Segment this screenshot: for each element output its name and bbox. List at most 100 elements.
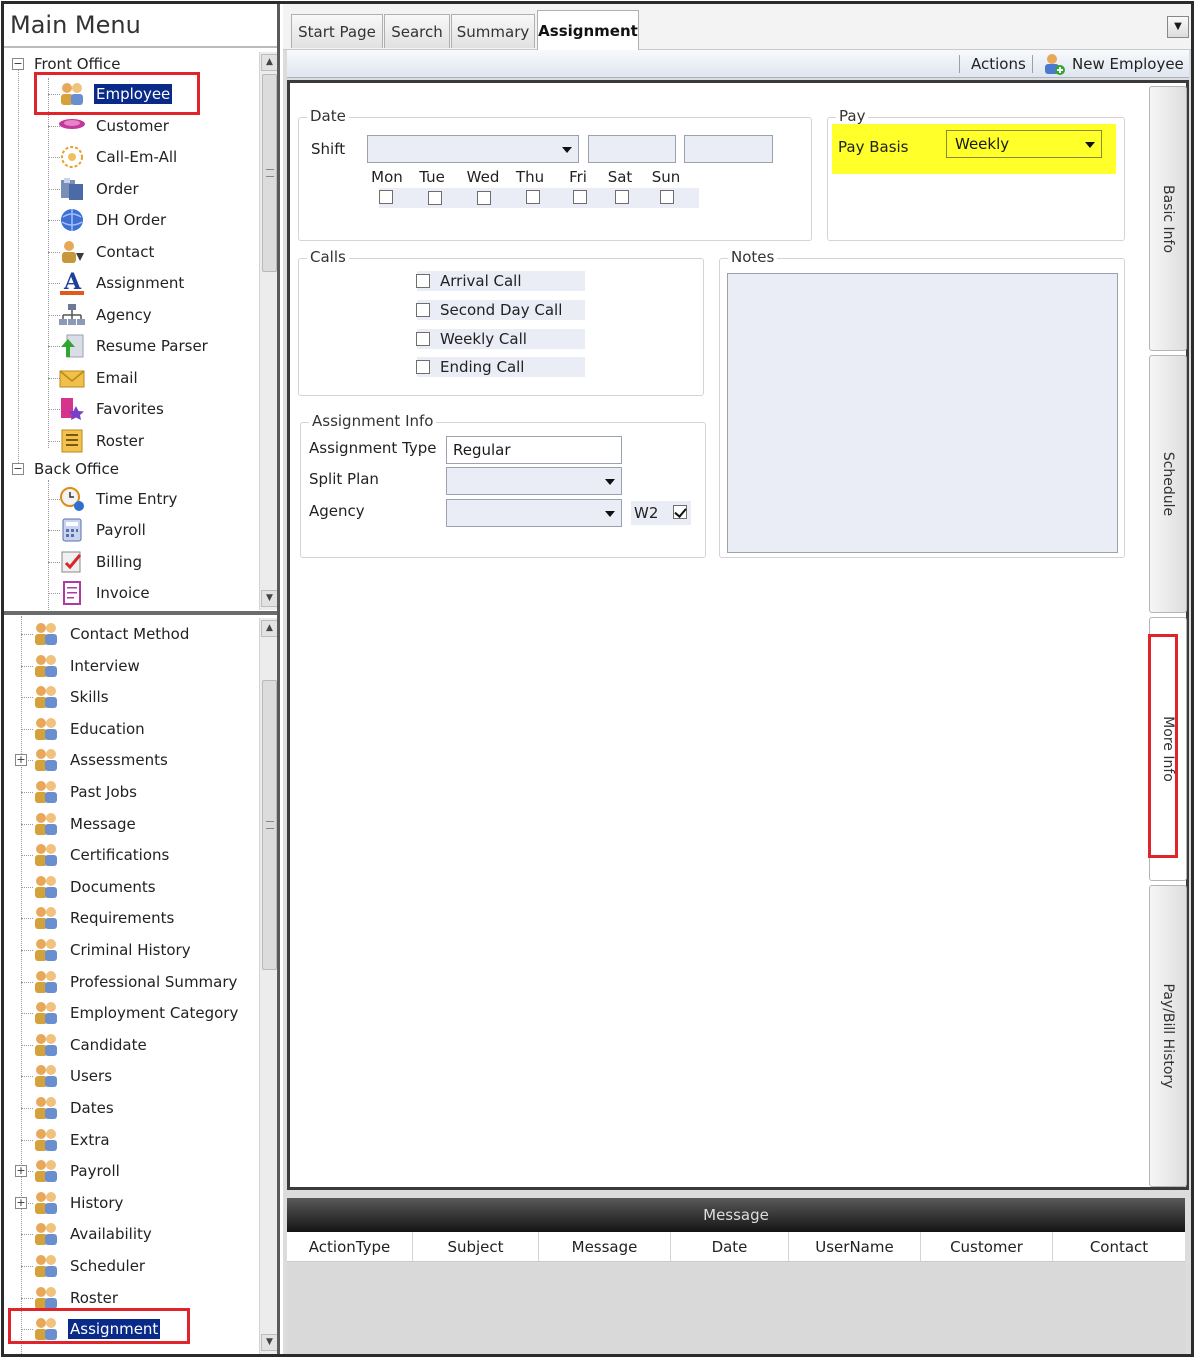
actions-menu[interactable]: Actions xyxy=(971,55,1026,73)
tree-node-invoice[interactable]: Invoice xyxy=(58,578,152,608)
day-checkbox-tue[interactable] xyxy=(428,191,442,205)
section-item-education[interactable]: Education xyxy=(32,714,147,744)
split-plan-select[interactable] xyxy=(446,467,622,495)
scroll-thumb[interactable] xyxy=(262,74,277,272)
tree-node-dh-order[interactable]: DH Order xyxy=(58,205,168,235)
day-checkbox-wed[interactable] xyxy=(477,191,491,205)
section-item-payroll[interactable]: Payroll xyxy=(32,1156,122,1186)
back-office-collapse-toggle[interactable]: − xyxy=(12,463,24,475)
tree-node-order[interactable]: Order xyxy=(58,174,141,204)
agency-select[interactable] xyxy=(446,499,622,527)
day-label-sat: Sat xyxy=(607,168,633,186)
notes-textarea[interactable] xyxy=(727,273,1118,553)
assignment-type-field[interactable]: Regular xyxy=(446,436,622,464)
scroll-thumb[interactable] xyxy=(262,680,277,970)
tab-search[interactable]: Search xyxy=(384,14,450,48)
tree-node-roster[interactable]: Roster xyxy=(58,426,146,456)
tab-list-dropdown-button[interactable]: ▼ xyxy=(1167,16,1189,38)
scroll-down-button[interactable]: ▼ xyxy=(261,590,277,607)
section-item-extra[interactable]: Extra xyxy=(32,1125,112,1155)
tab-start-page[interactable]: Start Page xyxy=(291,14,383,48)
scroll-down-button[interactable]: ▼ xyxy=(261,1334,277,1351)
section-item-availability[interactable]: Availability xyxy=(32,1219,154,1249)
column-header-contact[interactable]: Contact xyxy=(1053,1232,1185,1261)
section-item-employment-category[interactable]: Employment Category xyxy=(32,998,240,1028)
section-item-requirements[interactable]: Requirements xyxy=(32,903,176,933)
side-tab-pay-bill-history[interactable]: Pay/Bill History xyxy=(1149,885,1187,1187)
section-item-scheduler[interactable]: Scheduler xyxy=(32,1251,147,1281)
second-day-call-option[interactable]: Second Day Call xyxy=(416,300,585,320)
column-header-subject[interactable]: Subject xyxy=(413,1232,539,1261)
section-item-past-jobs[interactable]: Past Jobs xyxy=(32,777,139,807)
section-item-message[interactable]: Message xyxy=(32,809,138,839)
column-header-date[interactable]: Date xyxy=(671,1232,789,1261)
calculator-icon xyxy=(58,517,86,543)
section-item-interview[interactable]: Interview xyxy=(32,651,142,681)
shift-select[interactable] xyxy=(367,135,579,163)
tree-node-resume-parser[interactable]: Resume Parser xyxy=(58,331,210,361)
column-header-message[interactable]: Message xyxy=(539,1232,671,1261)
tree-node-back-office[interactable]: Back Office xyxy=(32,454,121,484)
section-item-skills[interactable]: Skills xyxy=(32,682,111,712)
weekly-call-checkbox[interactable] xyxy=(416,332,430,346)
module-tree-scrollbar[interactable]: ▲ ▼ xyxy=(259,52,277,610)
tree-node-email[interactable]: Email xyxy=(58,363,140,393)
tree-node-time-entry[interactable]: Time Entry xyxy=(58,484,179,514)
column-header-username[interactable]: UserName xyxy=(789,1232,921,1261)
message-grid-body xyxy=(287,1263,1185,1354)
front-office-collapse-toggle[interactable]: − xyxy=(12,58,24,70)
section-item-contact-method[interactable]: Contact Method xyxy=(32,619,191,649)
column-header-actiontype[interactable]: ActionType xyxy=(287,1232,413,1261)
side-tab-basic-info[interactable]: Basic Info xyxy=(1149,86,1187,351)
new-employee-button[interactable]: New Employee xyxy=(1042,52,1184,76)
section-item-professional-summary[interactable]: Professional Summary xyxy=(32,967,239,997)
day-checkbox-sun[interactable] xyxy=(660,190,674,204)
tree-node-billing[interactable]: Billing xyxy=(58,547,144,577)
arrival-call-option[interactable]: Arrival Call xyxy=(416,271,585,291)
assignment-info-title: Assignment Info xyxy=(309,412,437,430)
expand-history-toggle[interactable]: + xyxy=(15,1197,27,1209)
section-item-certifications[interactable]: Certifications xyxy=(32,840,171,870)
side-tab-schedule[interactable]: Schedule xyxy=(1149,355,1187,613)
tab-summary[interactable]: Summary xyxy=(451,14,535,48)
section-tree-scrollbar[interactable]: ▲ ▼ xyxy=(259,618,277,1354)
order-label: Order xyxy=(96,180,139,198)
pay-basis-select[interactable]: Weekly xyxy=(946,130,1102,158)
section-item-history[interactable]: History xyxy=(32,1188,125,1218)
tree-node-agency[interactable]: Agency xyxy=(58,300,154,330)
shift-start-field[interactable] xyxy=(588,135,676,163)
tree-node-contact[interactable]: Contact xyxy=(58,237,156,267)
section-item-dates[interactable]: Dates xyxy=(32,1093,116,1123)
tab-search-label: Search xyxy=(391,22,443,41)
second-day-call-checkbox[interactable] xyxy=(416,303,430,317)
expand-assessments-toggle[interactable]: + xyxy=(15,754,27,766)
application-window: Main Menu − Front Office Employee Custom… xyxy=(1,1,1194,1357)
day-checkbox-fri[interactable] xyxy=(573,190,587,204)
tree-node-call-em-all[interactable]: Call-Em-All xyxy=(58,142,179,172)
day-checkbox-sat[interactable] xyxy=(615,190,629,204)
tree-node-payroll[interactable]: Payroll xyxy=(58,515,148,545)
tab-assignment[interactable]: Assignment xyxy=(537,10,639,50)
section-item-criminal-history[interactable]: Criminal History xyxy=(32,935,193,965)
day-checkbox-thu[interactable] xyxy=(526,190,540,204)
tree-node-customer[interactable]: Customer xyxy=(58,111,171,141)
scroll-up-button[interactable]: ▲ xyxy=(261,620,277,637)
day-checkbox-mon[interactable] xyxy=(379,190,393,204)
section-item-candidate[interactable]: Candidate xyxy=(32,1030,149,1060)
scroll-up-button[interactable]: ▲ xyxy=(261,54,277,71)
pane-splitter[interactable] xyxy=(4,611,277,615)
arrival-call-checkbox[interactable] xyxy=(416,274,430,288)
ending-call-option[interactable]: Ending Call xyxy=(416,357,585,377)
section-item-assessments[interactable]: Assessments xyxy=(32,745,170,775)
section-item-documents[interactable]: Documents xyxy=(32,872,158,902)
section-item-users[interactable]: Users xyxy=(32,1061,114,1091)
shift-end-field[interactable] xyxy=(684,135,773,163)
column-header-customer[interactable]: Customer xyxy=(921,1232,1053,1261)
section-item-label: Dates xyxy=(70,1099,114,1117)
weekly-call-option[interactable]: Weekly Call xyxy=(416,329,585,349)
tree-node-assignment[interactable]: A Assignment xyxy=(58,268,186,298)
w2-checkbox[interactable] xyxy=(673,505,687,519)
expand-payroll-toggle[interactable]: + xyxy=(15,1165,27,1177)
tree-node-favorites[interactable]: Favorites xyxy=(58,394,166,424)
ending-call-checkbox[interactable] xyxy=(416,360,430,374)
